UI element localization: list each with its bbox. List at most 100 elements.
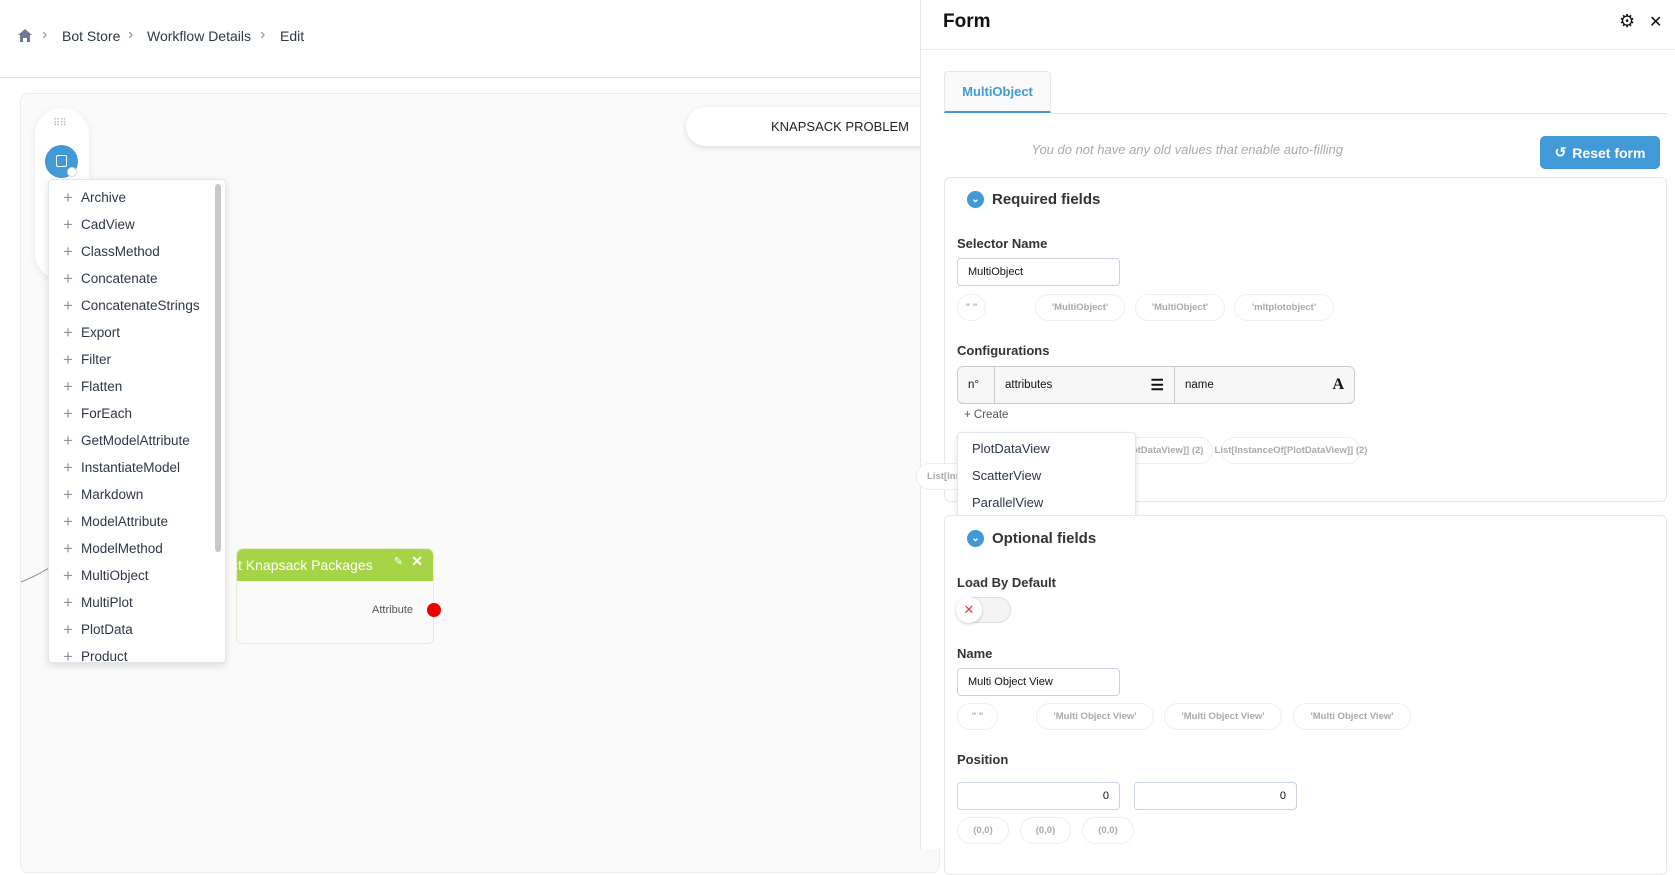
block-menu-item[interactable]: + ConcatenateStrings xyxy=(49,292,225,319)
reset-form-label: Reset form xyxy=(1572,144,1646,161)
suggestion-chip[interactable]: 'Multi Object View' xyxy=(1164,703,1282,730)
block-menu-item[interactable]: + Concatenate xyxy=(49,265,225,292)
plus-icon: + xyxy=(63,268,73,288)
add-block-button[interactable] xyxy=(45,145,78,178)
load-by-default-toggle[interactable]: ✕ xyxy=(956,597,1011,623)
block-menu-label: GetModelAttribute xyxy=(81,433,190,448)
block-menu-label: Flatten xyxy=(81,379,123,394)
create-button[interactable]: + Create xyxy=(964,409,1008,421)
block-menu-item[interactable]: + GetModelAttribute xyxy=(49,427,225,454)
block-menu-item[interactable]: + Flatten xyxy=(49,373,225,400)
block-menu-item[interactable]: + ClassMethod xyxy=(49,238,225,265)
workflow-node[interactable]: ct Knapsack Packages ✎ ✕ Attribute xyxy=(231,548,441,644)
suggestion-chip[interactable]: 'MultiObject' xyxy=(1135,294,1225,321)
divider xyxy=(921,49,1675,50)
plus-icon: + xyxy=(63,187,73,207)
block-menu: + Archive + CadView + ClassMethod + Concatenate… xyxy=(48,179,226,663)
undo-icon: ↺ xyxy=(1554,144,1567,160)
suggestion-chip[interactable]: " " xyxy=(957,703,998,730)
block-menu-item[interactable]: + Archive xyxy=(49,184,225,211)
column-label: attributes xyxy=(1005,379,1053,391)
plus-icon: + xyxy=(63,322,73,342)
selector-name-label: Selector Name xyxy=(957,236,1048,251)
block-menu-item[interactable]: + MultiObject xyxy=(49,562,225,589)
suggestion-chip[interactable]: (0,0) xyxy=(1020,817,1071,844)
suggestion-chip[interactable]: 'Multi Object View' xyxy=(1293,703,1411,730)
list-icon: ☰ xyxy=(1150,377,1164,394)
panel-title: Form xyxy=(943,11,991,32)
block-menu-label: ForEach xyxy=(81,406,133,421)
autofill-hint: You do not have any old values that enab… xyxy=(1031,142,1343,157)
block-menu-item[interactable]: + CadView xyxy=(49,211,225,238)
chevron-right-icon: › xyxy=(260,26,266,43)
block-menu-item[interactable]: + PlotData xyxy=(49,616,225,643)
plus-icon: + xyxy=(63,214,73,234)
plus-icon: + xyxy=(63,349,73,369)
block-menu-label: ClassMethod xyxy=(81,244,160,259)
block-menu-label: Concatenate xyxy=(81,271,158,286)
block-menu-item[interactable]: + MultiPlot xyxy=(49,589,225,616)
block-menu-item[interactable]: + InstantiateModel xyxy=(49,454,225,481)
tab-divider xyxy=(1051,113,1667,114)
section-title: Optional fields xyxy=(992,530,1097,547)
block-menu-item[interactable]: + ModelAttribute xyxy=(49,508,225,535)
block-menu-label: Markdown xyxy=(81,487,144,502)
breadcrumb-bot-store[interactable]: Bot Store xyxy=(62,28,120,44)
selector-name-input[interactable]: MultiObject xyxy=(957,258,1120,286)
scrollbar[interactable] xyxy=(215,184,221,552)
plus-icon: + xyxy=(63,565,73,585)
x-icon: ✕ xyxy=(956,597,982,623)
plus-icon: + xyxy=(63,295,73,315)
block-menu-label: MultiPlot xyxy=(81,595,133,610)
breadcrumb-workflow-details[interactable]: Workflow Details xyxy=(147,28,251,44)
node-title: ct Knapsack Packages xyxy=(231,557,373,573)
output-port[interactable] xyxy=(427,603,441,617)
close-icon[interactable]: ✕ xyxy=(411,553,423,570)
column-attributes: attributes ☰ xyxy=(995,367,1175,403)
suggestion-chip[interactable]: 'mltplotobject' xyxy=(1234,294,1334,321)
block-menu-item[interactable]: + Export xyxy=(49,319,225,346)
suggestion-chip[interactable]: List[InstanceOf[PlotDataView]] (2) xyxy=(1215,437,1367,464)
drag-handle-icon[interactable]: ⠿⠿ xyxy=(53,118,67,129)
block-menu-item[interactable]: + Markdown xyxy=(49,481,225,508)
optional-fields-toggle[interactable]: ⌄ Optional fields xyxy=(967,530,1096,547)
suggestion-chip[interactable]: 'Multi Object View' xyxy=(1036,703,1154,730)
suggestion-chip[interactable]: 'MultiObject' xyxy=(1035,294,1125,321)
required-fields-toggle[interactable]: ⌄ Required fields xyxy=(967,191,1100,208)
breadcrumb-edit: Edit xyxy=(280,28,305,44)
block-menu-item[interactable]: + Product xyxy=(49,643,225,663)
block-menu-label: ModelMethod xyxy=(81,541,163,556)
suggestion-chip[interactable]: (0,0) xyxy=(957,817,1009,844)
name-input[interactable]: Multi Object View xyxy=(957,668,1120,696)
block-icon xyxy=(56,155,67,167)
plus-icon: + xyxy=(63,241,73,261)
gear-icon[interactable]: ⚙ xyxy=(1619,11,1635,32)
dropdown-item[interactable]: ScatterView xyxy=(958,468,1135,495)
home-icon[interactable] xyxy=(17,28,33,43)
configuration-type-dropdown: PlotDataView ScatterView ParallelView xyxy=(957,432,1136,522)
block-menu-label: PlotData xyxy=(81,622,133,637)
plus-icon: + xyxy=(63,592,73,612)
reset-form-button[interactable]: ↺ Reset form xyxy=(1540,136,1660,169)
position-y-input[interactable]: 0 xyxy=(1134,782,1297,810)
name-label: Name xyxy=(957,646,993,661)
close-icon[interactable]: ✕ xyxy=(1649,12,1662,32)
suggestion-chip[interactable]: " " xyxy=(957,294,986,321)
plus-icon: + xyxy=(63,646,73,663)
block-menu-item[interactable]: + Filter xyxy=(49,346,225,373)
tab-multiobject[interactable]: MultiObject xyxy=(944,71,1051,113)
suggestion-chip[interactable]: (0,0) xyxy=(1082,817,1134,844)
chevron-right-icon: › xyxy=(128,26,134,43)
block-menu-label: Export xyxy=(81,325,121,340)
plus-icon: + xyxy=(63,457,73,477)
block-menu-item[interactable]: + ForEach xyxy=(49,400,225,427)
dropdown-item[interactable]: PlotDataView xyxy=(958,441,1135,468)
edit-icon[interactable]: ✎ xyxy=(394,555,403,568)
block-menu-label: MultiObject xyxy=(81,568,149,583)
block-menu-item[interactable]: + ModelMethod xyxy=(49,535,225,562)
block-menu-label: InstantiateModel xyxy=(81,460,181,475)
text-type-icon: A xyxy=(1332,376,1344,393)
create-label: Create xyxy=(973,409,1009,421)
position-x-input[interactable]: 0 xyxy=(957,782,1120,810)
header-divider xyxy=(0,77,920,78)
